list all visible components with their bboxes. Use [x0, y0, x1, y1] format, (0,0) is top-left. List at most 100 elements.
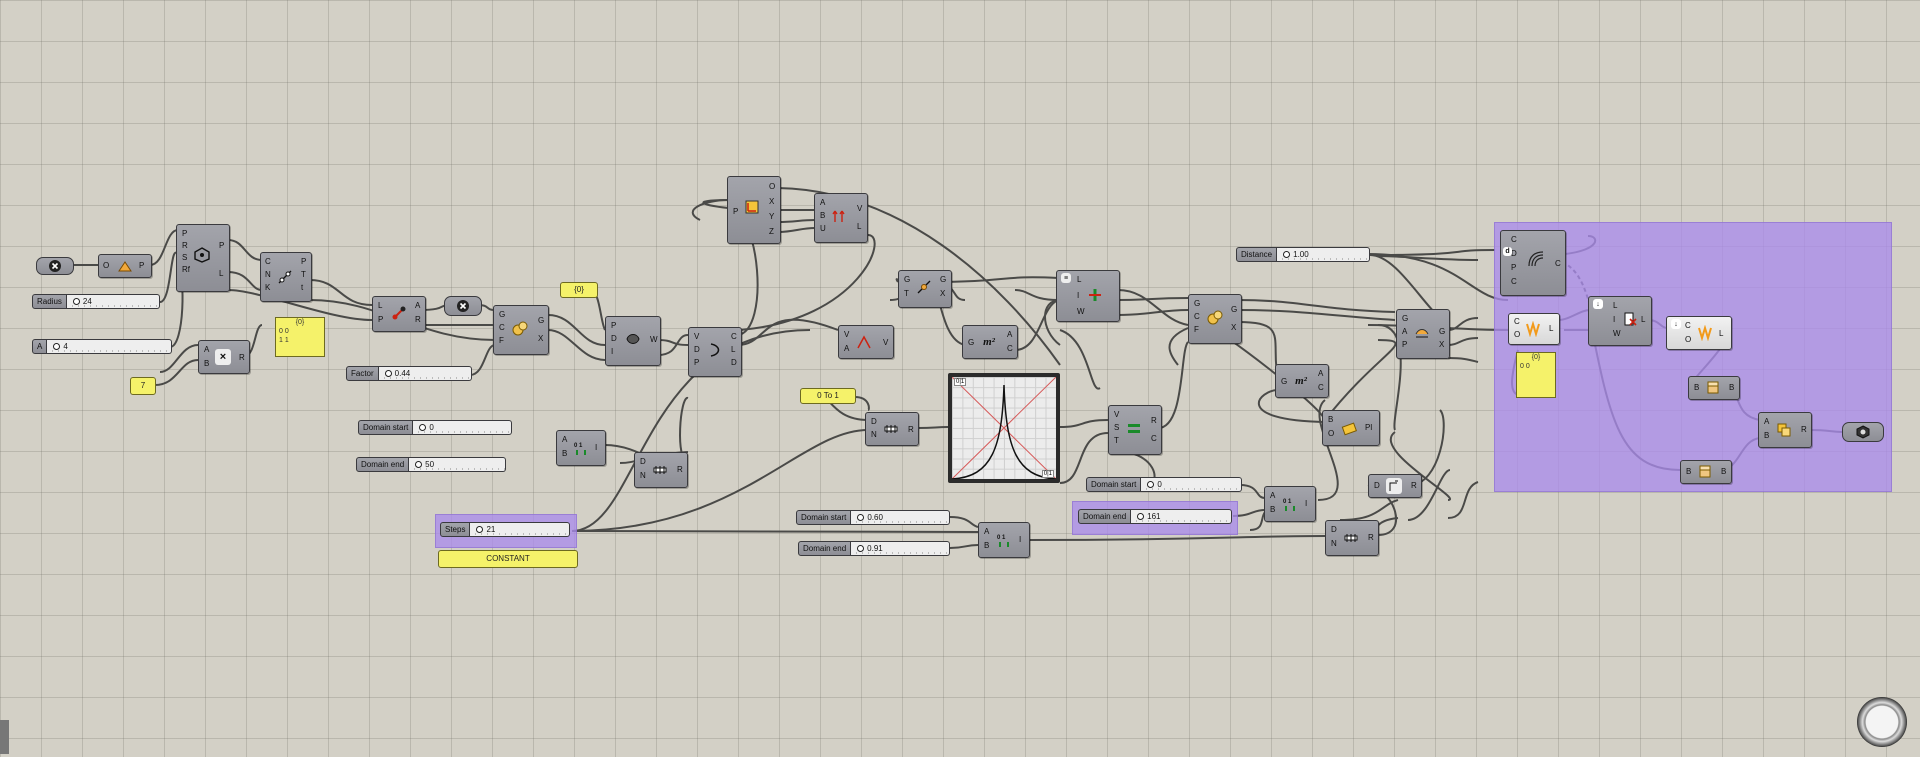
cross-icon — [47, 258, 63, 274]
construct-domain-component-2[interactable]: AB 0 1 I — [978, 522, 1030, 558]
data-panel-1[interactable]: {0} 0 0 1 1 — [275, 317, 325, 357]
cross-icon — [455, 298, 471, 314]
loft-icon — [1697, 325, 1713, 341]
domain-icon: 0 1 — [996, 532, 1012, 548]
solid-union-component[interactable]: AB R — [1758, 412, 1812, 448]
brep-output-param[interactable] — [1842, 422, 1884, 442]
data-panel-2[interactable]: {0} — [560, 282, 598, 298]
move-component[interactable]: GCF GX — [1188, 294, 1242, 344]
remap-component[interactable]: VST RC — [1108, 405, 1162, 455]
construct-domain-component[interactable]: AB 0 1 I — [556, 430, 606, 466]
area-icon: m² — [1295, 375, 1307, 387]
a-slider[interactable]: A4 — [32, 339, 172, 354]
area-component[interactable]: G m² AC — [962, 325, 1018, 359]
domain-end-slider-1[interactable]: Domain end 50 — [356, 457, 506, 472]
range-component-1[interactable]: DN R — [634, 452, 688, 488]
remap-icon — [1126, 420, 1142, 436]
loft-icon — [1525, 321, 1541, 337]
line-icon — [916, 279, 932, 295]
vector-icon — [832, 208, 848, 224]
graph-mapper-icon — [951, 376, 1057, 480]
svg-text:0 1: 0 1 — [997, 535, 1006, 541]
cap-icon — [1697, 464, 1713, 480]
cap-component[interactable]: B B — [1688, 376, 1740, 400]
line-sdl-component[interactable]: GT GX — [898, 270, 952, 308]
range-component-3[interactable]: DN R — [1325, 520, 1379, 556]
line-component[interactable]: CNK PTt — [260, 252, 312, 302]
domain-end-slider-2[interactable]: Domain end 0.91 — [798, 541, 950, 556]
loft-component[interactable]: CO L — [1508, 313, 1560, 345]
data-panel-3[interactable]: {0} 0 0 — [1516, 352, 1556, 398]
curve-icon — [625, 331, 641, 347]
cross-param[interactable] — [36, 257, 74, 275]
svg-text:0 1: 0 1 — [1283, 499, 1292, 505]
domain-icon: 0 1 — [1282, 496, 1298, 512]
canvas-scrollbar[interactable] — [0, 720, 9, 754]
intersect-component[interactable]: LIW ≡ — [1056, 270, 1120, 322]
vector-icon — [856, 334, 872, 350]
distance-slider[interactable]: Distance 1.00 — [1236, 247, 1370, 262]
area-component-2[interactable]: G m² AC — [1275, 364, 1329, 398]
scale-icon — [1207, 309, 1223, 325]
navigation-wheel-icon[interactable] — [1857, 697, 1907, 747]
gradient-icon — [391, 305, 407, 321]
radius-slider[interactable]: Radius 24 — [32, 294, 160, 309]
scale-component[interactable]: GCF GX — [493, 305, 549, 355]
range-icon — [652, 462, 668, 478]
list-item-icon — [1621, 311, 1637, 327]
deconstruct-plane-component[interactable]: P OXYZ — [727, 176, 781, 244]
multiply-component[interactable]: AB × R — [198, 340, 250, 374]
brep-icon — [1855, 424, 1871, 440]
domain-start-slider-2[interactable]: Domain start 0.60 — [796, 510, 950, 525]
distance-icon: d — [1503, 247, 1512, 256]
mirror-component[interactable]: GAP GX — [1396, 309, 1450, 359]
steps-slider[interactable]: Steps 21 — [440, 522, 570, 537]
scale-icon — [512, 320, 528, 336]
plane-curve-component[interactable]: PDI W — [605, 316, 661, 366]
cap-component-2[interactable]: B B — [1680, 460, 1732, 484]
gradient-component[interactable]: LP AR — [372, 296, 426, 332]
evaluate-component[interactable]: VDP CLD — [688, 327, 742, 377]
domain-start-slider-3[interactable]: Domain start 0 — [1086, 477, 1242, 492]
flatten-component[interactable]: D R — [1368, 474, 1422, 498]
list-item-component[interactable]: LIW ↓ L — [1588, 296, 1652, 346]
arc-icon — [707, 342, 723, 358]
offset-icon — [1527, 251, 1543, 267]
plane-icon — [744, 199, 760, 215]
list-icon: ≡ — [1061, 273, 1071, 283]
power-icon — [1386, 478, 1402, 494]
list-icon: ↓ — [1671, 319, 1681, 329]
list-icon: ↓ — [1593, 299, 1603, 309]
sphere-icon — [117, 258, 133, 274]
solid-icon — [1341, 420, 1357, 436]
solid-union-icon — [1776, 422, 1792, 438]
range-label-panel[interactable]: 0 To 1 — [800, 388, 856, 404]
range-component-2[interactable]: DN R — [865, 412, 919, 446]
range-icon — [883, 421, 899, 437]
amplitude-component[interactable]: VA V — [838, 325, 894, 359]
domain-icon: 0 1 — [573, 440, 589, 456]
cross-param-2[interactable] — [444, 296, 482, 316]
grasshopper-canvas[interactable]: .w{fill:none;stroke:#4a4a48;stroke-width… — [0, 0, 1920, 757]
polygon-icon — [194, 247, 210, 263]
number-panel[interactable]: 7 — [130, 377, 156, 395]
constant-panel[interactable]: CONSTANT — [438, 550, 578, 568]
dispatch-icon — [1087, 287, 1103, 303]
vector-angle-component[interactable]: ABU VL — [814, 193, 868, 243]
graph-mapper[interactable]: 0|1 0|1 — [948, 373, 1060, 483]
domain-end-slider-3[interactable]: Domain end 161 — [1078, 509, 1232, 524]
sphere-component[interactable]: O P — [98, 254, 152, 278]
cap-icon — [1705, 380, 1721, 396]
mirror-icon — [1414, 324, 1430, 340]
factor-slider[interactable]: Factor 0.44 — [346, 366, 472, 381]
loft-component-2[interactable]: ↓ CO L — [1666, 316, 1732, 350]
line-icon — [277, 269, 293, 285]
brep-component[interactable]: BO Pl — [1322, 410, 1380, 446]
svg-text:0 1: 0 1 — [574, 443, 583, 449]
domain-start-slider-1[interactable]: Domain start 0 — [358, 420, 512, 435]
graph-mapper-area[interactable]: 0|1 0|1 — [951, 376, 1057, 480]
area-icon: m² — [983, 336, 995, 348]
polygon-component[interactable]: P R S Rf PL — [176, 224, 230, 292]
offset-curve-component[interactable]: CDPC d C — [1500, 230, 1566, 296]
construct-domain-component-3[interactable]: AB 0 1 I — [1264, 486, 1316, 522]
